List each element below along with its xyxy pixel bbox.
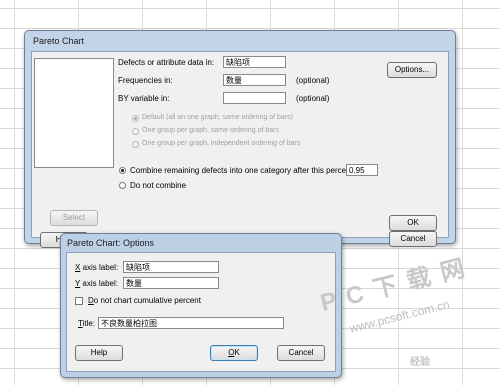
y-axis-label: Y axis label: xyxy=(75,279,118,288)
x-axis-field[interactable]: 缺陷项 xyxy=(123,261,219,273)
frequencies-field[interactable]: 数量 xyxy=(223,74,286,86)
radio-combine[interactable] xyxy=(119,167,126,174)
options-ok-button[interactable]: OK xyxy=(210,345,258,361)
dialog-body: Defects or attribute data in: 缺陷项 Freque… xyxy=(31,51,449,248)
ok-button[interactable]: OK xyxy=(389,215,437,231)
radio-do-not-combine[interactable] xyxy=(119,182,126,189)
pareto-chart-dialog: Pareto Chart Defects or attribute data i… xyxy=(24,30,456,248)
title-label: Title: xyxy=(78,319,96,328)
combine-percent-field[interactable]: 0.95 xyxy=(346,164,378,176)
title-field[interactable]: 不良数量柏拉图 xyxy=(98,317,284,329)
defects-label: Defects or attribute data in: xyxy=(118,58,215,67)
dialog-title: Pareto Chart xyxy=(33,36,85,46)
options-button[interactable]: Options... xyxy=(387,62,437,78)
defects-field[interactable]: 缺陷项 xyxy=(223,56,286,68)
options-dialog-body: X axis label: 缺陷项 Y axis label: 数量 Do no… xyxy=(66,252,336,372)
radio-one-group-independent[interactable] xyxy=(132,141,139,148)
y-axis-field[interactable]: 数量 xyxy=(123,277,219,289)
select-button[interactable]: Select xyxy=(50,210,98,226)
by-optional-hint: (optional) xyxy=(296,94,330,103)
no-cumulative-label: Do not chart cumulative percent xyxy=(88,296,201,305)
cancel-button[interactable]: Cancel xyxy=(389,231,437,247)
frequencies-label: Frequencies in: xyxy=(118,76,173,85)
frequencies-optional-hint: (optional) xyxy=(296,76,330,85)
combine-label: Combine remaining defects into one categ… xyxy=(130,166,356,175)
radio-one-group-independent-label: One group per graph, independent orderin… xyxy=(142,140,301,147)
radio-default[interactable] xyxy=(132,115,139,122)
radio-one-group-same-label: One group per graph, same ordering of ba… xyxy=(142,127,279,134)
do-not-combine-label: Do not combine xyxy=(130,181,187,190)
x-axis-label: X axis label: xyxy=(75,263,119,272)
no-cumulative-checkbox[interactable] xyxy=(75,297,83,305)
radio-one-group-same[interactable] xyxy=(132,128,139,135)
by-variable-field[interactable] xyxy=(223,92,286,104)
pareto-options-dialog: Pareto Chart: Options X axis label: 缺陷项 … xyxy=(60,233,342,378)
by-variable-label: BY variable in: xyxy=(118,94,170,103)
variables-listbox[interactable] xyxy=(34,58,114,168)
options-dialog-title: Pareto Chart: Options xyxy=(67,238,155,248)
radio-default-label: Default (all on one graph, same ordering… xyxy=(142,114,293,121)
watermark-badge: 经验 xyxy=(410,357,430,368)
options-help-button[interactable]: Help xyxy=(75,345,123,361)
options-cancel-button[interactable]: Cancel xyxy=(277,345,325,361)
